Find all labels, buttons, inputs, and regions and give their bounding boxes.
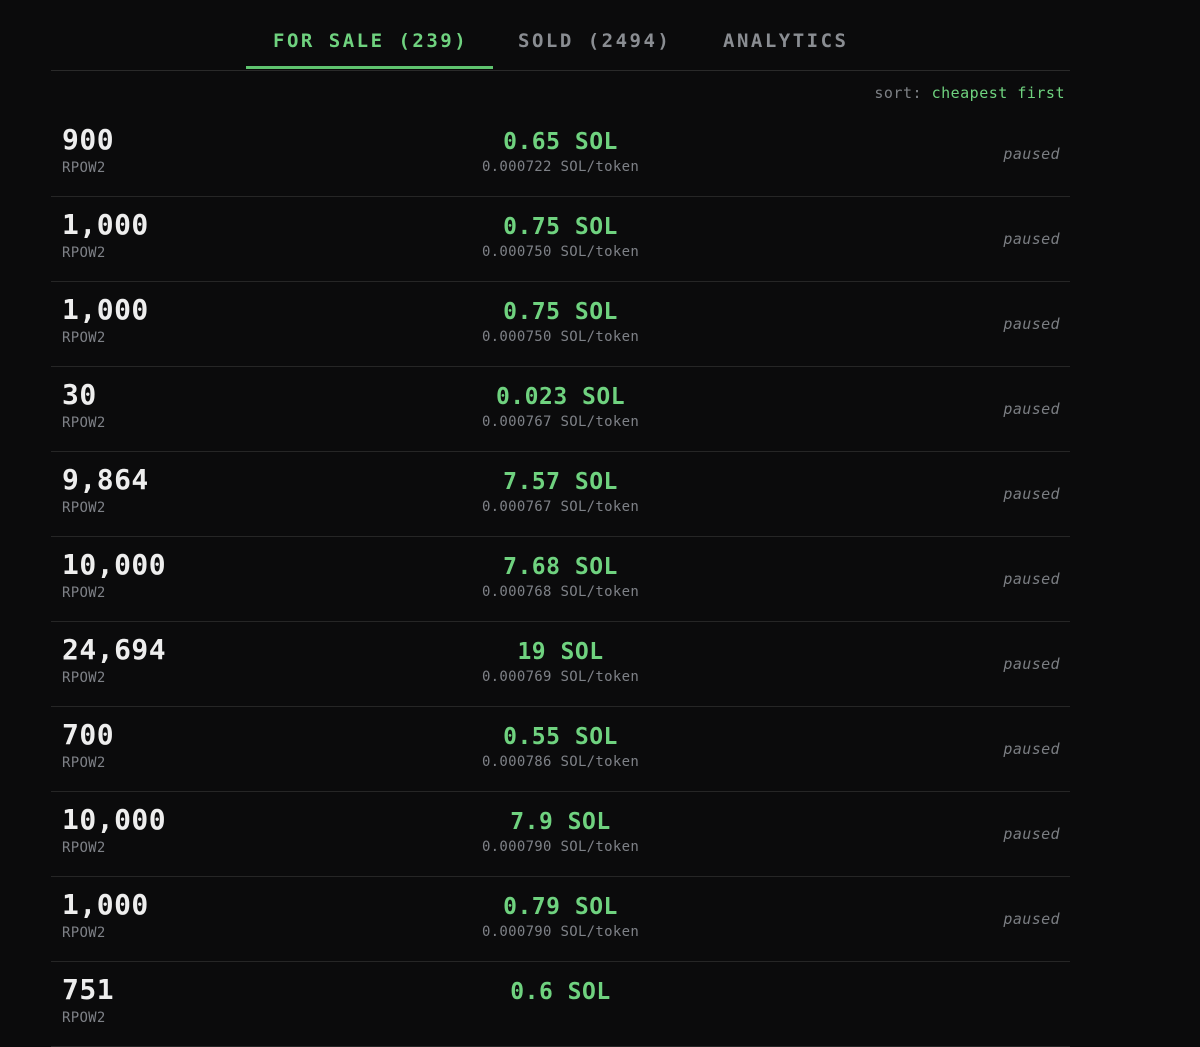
listing-row[interactable]: 1,000 RPOW2 0.79 SOL 0.000790 SOL/token … — [51, 877, 1070, 962]
listing-status: paused — [1003, 400, 1060, 418]
listing-price: 0.75 SOL — [503, 299, 618, 325]
active-tab-indicator — [246, 66, 493, 69]
tab-for-sale[interactable]: FOR SALE (239) — [273, 30, 468, 52]
listing-price: 7.9 SOL — [510, 809, 611, 835]
listing-unit-price: 0.000790 SOL/token — [481, 924, 640, 940]
listing-status: paused — [1003, 655, 1060, 673]
listing-price: 7.57 SOL — [503, 469, 618, 495]
listing-unit-price: 0.000786 SOL/token — [481, 754, 640, 770]
listing-row[interactable]: 9,864 RPOW2 7.57 SOL 0.000767 SOL/token … — [51, 452, 1070, 537]
listing-ticker: RPOW2 — [62, 1010, 106, 1026]
listing-row[interactable]: 1,000 RPOW2 0.75 SOL 0.000750 SOL/token … — [51, 282, 1070, 367]
listing-price: 19 SOL — [517, 639, 604, 665]
listing-status: paused — [1003, 145, 1060, 163]
listing-status: paused — [1003, 910, 1060, 928]
listing-unit-price: 0.000769 SOL/token — [481, 669, 640, 685]
listing-status: paused — [1003, 230, 1060, 248]
listing-row[interactable]: 10,000 RPOW2 7.9 SOL 0.000790 SOL/token … — [51, 792, 1070, 877]
listing-price: 0.55 SOL — [503, 724, 618, 750]
listing-unit-price: 0.000722 SOL/token — [481, 159, 640, 175]
listing-price: 0.6 SOL — [510, 979, 611, 1005]
tab-analytics[interactable]: ANALYTICS — [723, 30, 848, 52]
listing-status: paused — [1003, 315, 1060, 333]
marketplace-panel: FOR SALE (239) SOLD (2494) ANALYTICS sor… — [51, 0, 1070, 1047]
listing-row[interactable]: 1,000 RPOW2 0.75 SOL 0.000750 SOL/token … — [51, 197, 1070, 282]
listing-unit-price: 0.000767 SOL/token — [481, 414, 640, 430]
listing-unit-price: 0.000768 SOL/token — [481, 584, 640, 600]
listing-status: paused — [1003, 570, 1060, 588]
listing-row[interactable]: 900 RPOW2 0.65 SOL 0.000722 SOL/token pa… — [51, 112, 1070, 197]
listing-row[interactable]: 30 RPOW2 0.023 SOL 0.000767 SOL/token pa… — [51, 367, 1070, 452]
listing-status: paused — [1003, 825, 1060, 843]
listing-unit-price: 0.000750 SOL/token — [481, 244, 640, 260]
sort-label: sort: — [874, 84, 923, 102]
listing-row[interactable]: 24,694 RPOW2 19 SOL 0.000769 SOL/token p… — [51, 622, 1070, 707]
listing-unit-price: 0.000790 SOL/token — [481, 839, 640, 855]
listing-unit-price: 0.000767 SOL/token — [481, 499, 640, 515]
listing-row[interactable]: 10,000 RPOW2 7.68 SOL 0.000768 SOL/token… — [51, 537, 1070, 622]
listing-status: paused — [1003, 740, 1060, 758]
listing-row[interactable]: 751 RPOW2 0.6 SOL — [51, 962, 1070, 1047]
listing-price: 0.023 SOL — [495, 384, 626, 410]
listings-list: 900 RPOW2 0.65 SOL 0.000722 SOL/token pa… — [51, 112, 1070, 1047]
listing-price: 0.65 SOL — [503, 129, 618, 155]
listing-status: paused — [1003, 485, 1060, 503]
sort-select[interactable]: cheapest first — [932, 84, 1065, 102]
sort-control: sort: cheapest first — [874, 84, 1065, 102]
listing-price: 7.68 SOL — [503, 554, 618, 580]
listing-row[interactable]: 700 RPOW2 0.55 SOL 0.000786 SOL/token pa… — [51, 707, 1070, 792]
listing-unit-price: 0.000750 SOL/token — [481, 329, 640, 345]
listing-price: 0.75 SOL — [503, 214, 618, 240]
tab-bar: FOR SALE (239) SOLD (2494) ANALYTICS — [51, 0, 1070, 71]
listing-price: 0.79 SOL — [503, 894, 618, 920]
tab-sold[interactable]: SOLD (2494) — [518, 30, 671, 52]
